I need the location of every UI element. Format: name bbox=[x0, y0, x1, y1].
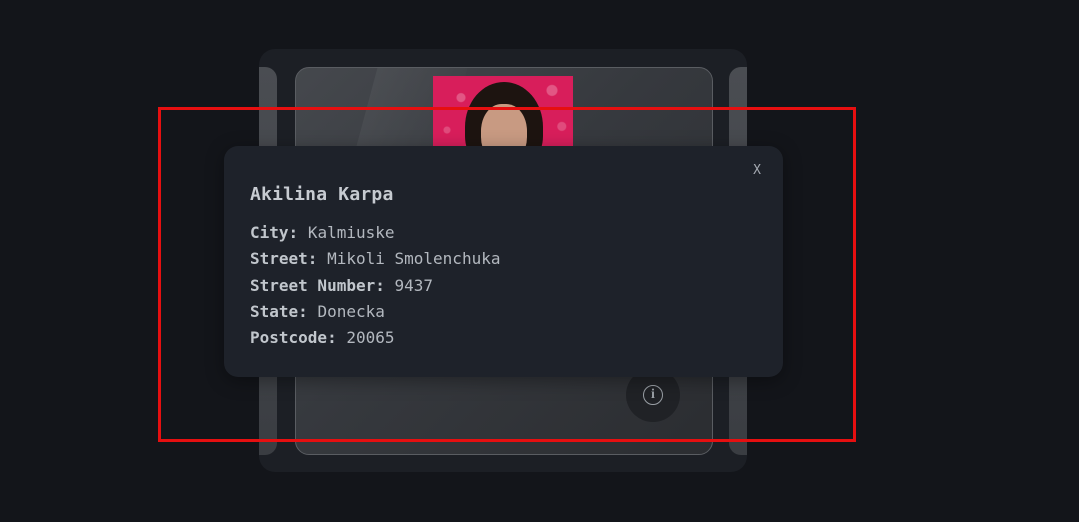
detail-street: Street: Mikoli Smolenchuka bbox=[250, 248, 500, 274]
detail-label: State: bbox=[250, 301, 308, 321]
detail-postcode: Postcode: 20065 bbox=[250, 327, 500, 353]
detail-label: Postcode: bbox=[250, 328, 337, 348]
address-details: City: Kalmiuske Street: Mikoli Smolenchu… bbox=[250, 222, 500, 353]
details-modal: X Akilina Karpa City: Kalmiuske Street: … bbox=[224, 146, 783, 377]
detail-label: City: bbox=[250, 223, 299, 242]
close-button[interactable]: X bbox=[750, 163, 764, 179]
detail-street-number: Street Number: 9437 bbox=[250, 275, 500, 301]
page: i X Akilina Karpa City: Kalmiuske Street… bbox=[0, 0, 1079, 522]
detail-city: City: Kalmiuske bbox=[250, 222, 500, 248]
detail-value: Kalmiuske bbox=[307, 223, 395, 242]
detail-value: Mikoli Smolenchuka bbox=[327, 249, 501, 269]
detail-state: State: Donecka bbox=[250, 301, 500, 327]
detail-value: 20065 bbox=[346, 328, 395, 348]
detail-value: Donecka bbox=[317, 301, 385, 321]
detail-value: 9437 bbox=[394, 275, 434, 295]
detail-label: Street Number: bbox=[250, 275, 385, 295]
person-name: Akilina Karpa bbox=[250, 184, 394, 205]
profile-photo bbox=[433, 76, 573, 148]
info-icon: i bbox=[643, 385, 663, 405]
photo-face bbox=[481, 104, 527, 148]
detail-label: Street: bbox=[250, 249, 318, 269]
